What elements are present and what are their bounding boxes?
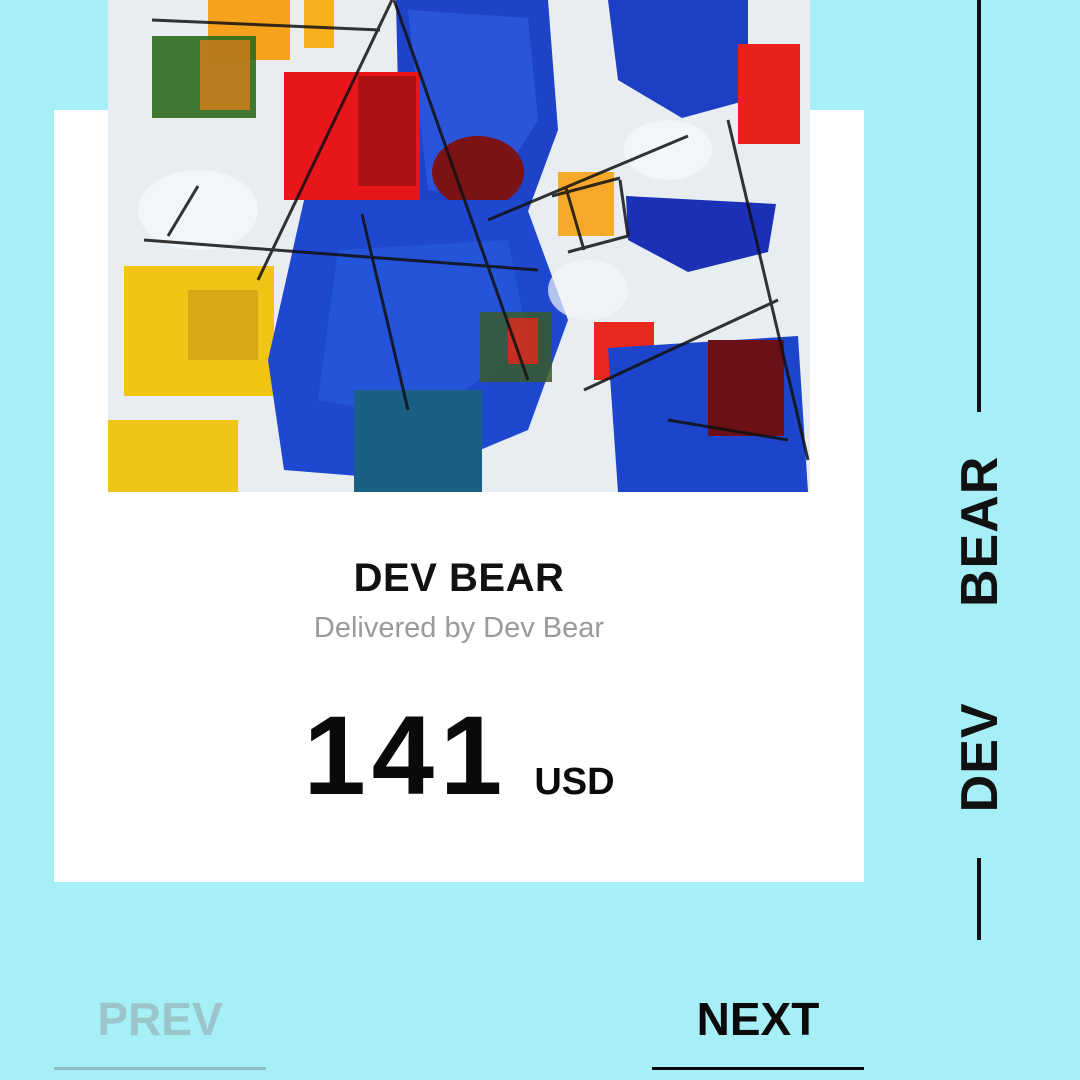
product-title: DEV BEAR xyxy=(353,556,565,600)
next-button[interactable]: NEXT xyxy=(652,992,864,1046)
side-divider-bottom xyxy=(977,858,981,940)
prev-button[interactable]: PREV xyxy=(54,992,266,1046)
side-brand-label: DEV BEAR xyxy=(951,455,1009,813)
price-value: 141 xyxy=(303,693,509,818)
price-currency: USD xyxy=(534,761,615,803)
side-divider-top xyxy=(977,0,981,412)
next-underline xyxy=(652,1067,864,1070)
abstract-painting-image xyxy=(108,0,810,492)
price-row: 141 USD xyxy=(54,700,864,812)
prev-underline xyxy=(54,1067,266,1070)
product-image xyxy=(108,0,810,492)
product-subtitle: Delivered by Dev Bear xyxy=(313,612,605,644)
